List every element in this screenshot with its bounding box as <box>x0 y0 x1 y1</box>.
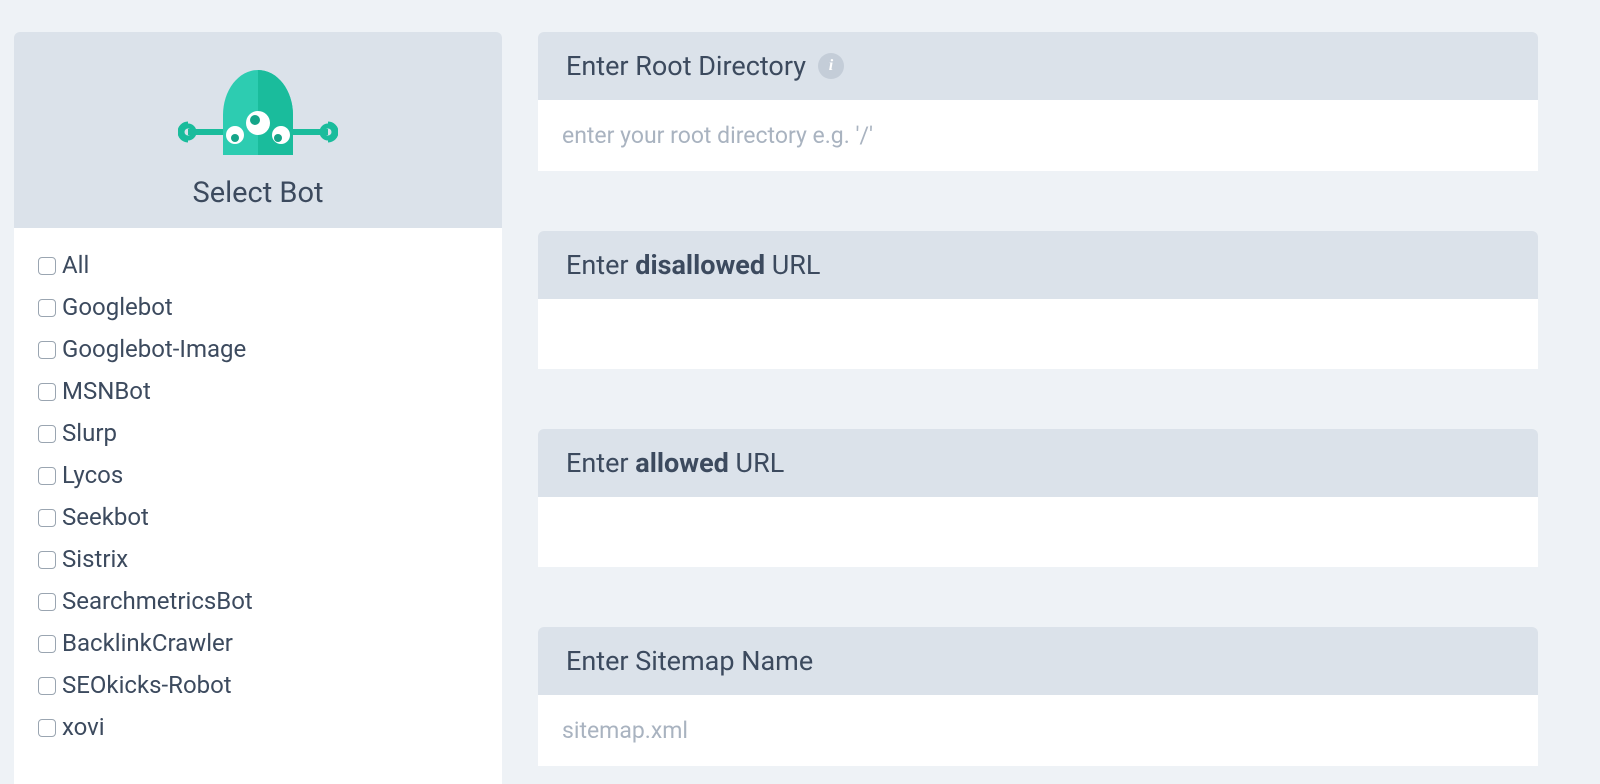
bot-checkbox[interactable] <box>38 593 56 611</box>
disallowed-url-label: Enter disallowed URL <box>566 249 820 281</box>
sitemap-section: Enter Sitemap Name <box>538 627 1538 766</box>
bot-checkbox[interactable] <box>38 467 56 485</box>
bot-label: SEOkicks-Robot <box>62 670 232 700</box>
bot-item[interactable]: All <box>38 250 478 280</box>
robot-icon <box>178 60 338 170</box>
sidebar: Select Bot All Googlebot Googlebot-Image MS… <box>14 32 502 784</box>
bot-label: Googlebot-Image <box>62 334 246 364</box>
bot-item[interactable]: SearchmetricsBot <box>38 586 478 616</box>
bot-checkbox[interactable] <box>38 635 56 653</box>
bot-item[interactable]: Googlebot <box>38 292 478 322</box>
bot-checkbox[interactable] <box>38 509 56 527</box>
bot-label: Lycos <box>62 460 123 490</box>
sitemap-label: Enter Sitemap Name <box>566 645 813 677</box>
root-directory-header: Enter Root Directory i <box>538 32 1538 100</box>
allowed-url-label: Enter allowed URL <box>566 447 784 479</box>
bot-checkbox[interactable] <box>38 383 56 401</box>
root-directory-input[interactable] <box>538 100 1538 171</box>
sitemap-body <box>538 695 1538 766</box>
bot-label: MSNBot <box>62 376 151 406</box>
bot-item[interactable]: xovi <box>38 712 478 742</box>
bot-label: Seekbot <box>62 502 149 532</box>
bot-checkbox[interactable] <box>38 257 56 275</box>
bot-label: Googlebot <box>62 292 173 322</box>
bot-label: xovi <box>62 712 105 742</box>
sitemap-header: Enter Sitemap Name <box>538 627 1538 695</box>
allowed-url-header: Enter allowed URL <box>538 429 1538 497</box>
bot-list: All Googlebot Googlebot-Image MSNBot Slurp Ly… <box>14 228 502 784</box>
main-content: Enter Root Directory i Enter disallowed … <box>538 32 1538 766</box>
bot-label: All <box>62 250 89 280</box>
disallowed-url-body[interactable] <box>538 299 1538 369</box>
sitemap-input[interactable] <box>538 695 1538 766</box>
root-directory-section: Enter Root Directory i <box>538 32 1538 171</box>
sidebar-title: Select Bot <box>14 176 502 210</box>
bot-item[interactable]: Slurp <box>38 418 478 448</box>
root-directory-label: Enter Root Directory <box>566 50 806 82</box>
bot-item[interactable]: Lycos <box>38 460 478 490</box>
disallowed-url-section: Enter disallowed URL <box>538 231 1538 369</box>
bot-item[interactable]: Googlebot-Image <box>38 334 478 364</box>
bot-checkbox[interactable] <box>38 551 56 569</box>
bot-item[interactable]: Seekbot <box>38 502 478 532</box>
bot-label: Slurp <box>62 418 117 448</box>
allowed-url-body[interactable] <box>538 497 1538 567</box>
allowed-url-section: Enter allowed URL <box>538 429 1538 567</box>
bot-checkbox[interactable] <box>38 425 56 443</box>
info-icon[interactable]: i <box>818 53 844 79</box>
bot-checkbox[interactable] <box>38 341 56 359</box>
root-directory-body <box>538 100 1538 171</box>
disallowed-url-header: Enter disallowed URL <box>538 231 1538 299</box>
bot-item[interactable]: MSNBot <box>38 376 478 406</box>
bot-checkbox[interactable] <box>38 299 56 317</box>
bot-label: Sistrix <box>62 544 128 574</box>
bot-item[interactable]: Sistrix <box>38 544 478 574</box>
sidebar-header: Select Bot <box>14 32 502 228</box>
bot-label: BacklinkCrawler <box>62 628 233 658</box>
bot-checkbox[interactable] <box>38 677 56 695</box>
bot-checkbox[interactable] <box>38 719 56 737</box>
bot-item[interactable]: BacklinkCrawler <box>38 628 478 658</box>
bot-item[interactable]: SEOkicks-Robot <box>38 670 478 700</box>
bot-label: SearchmetricsBot <box>62 586 253 616</box>
